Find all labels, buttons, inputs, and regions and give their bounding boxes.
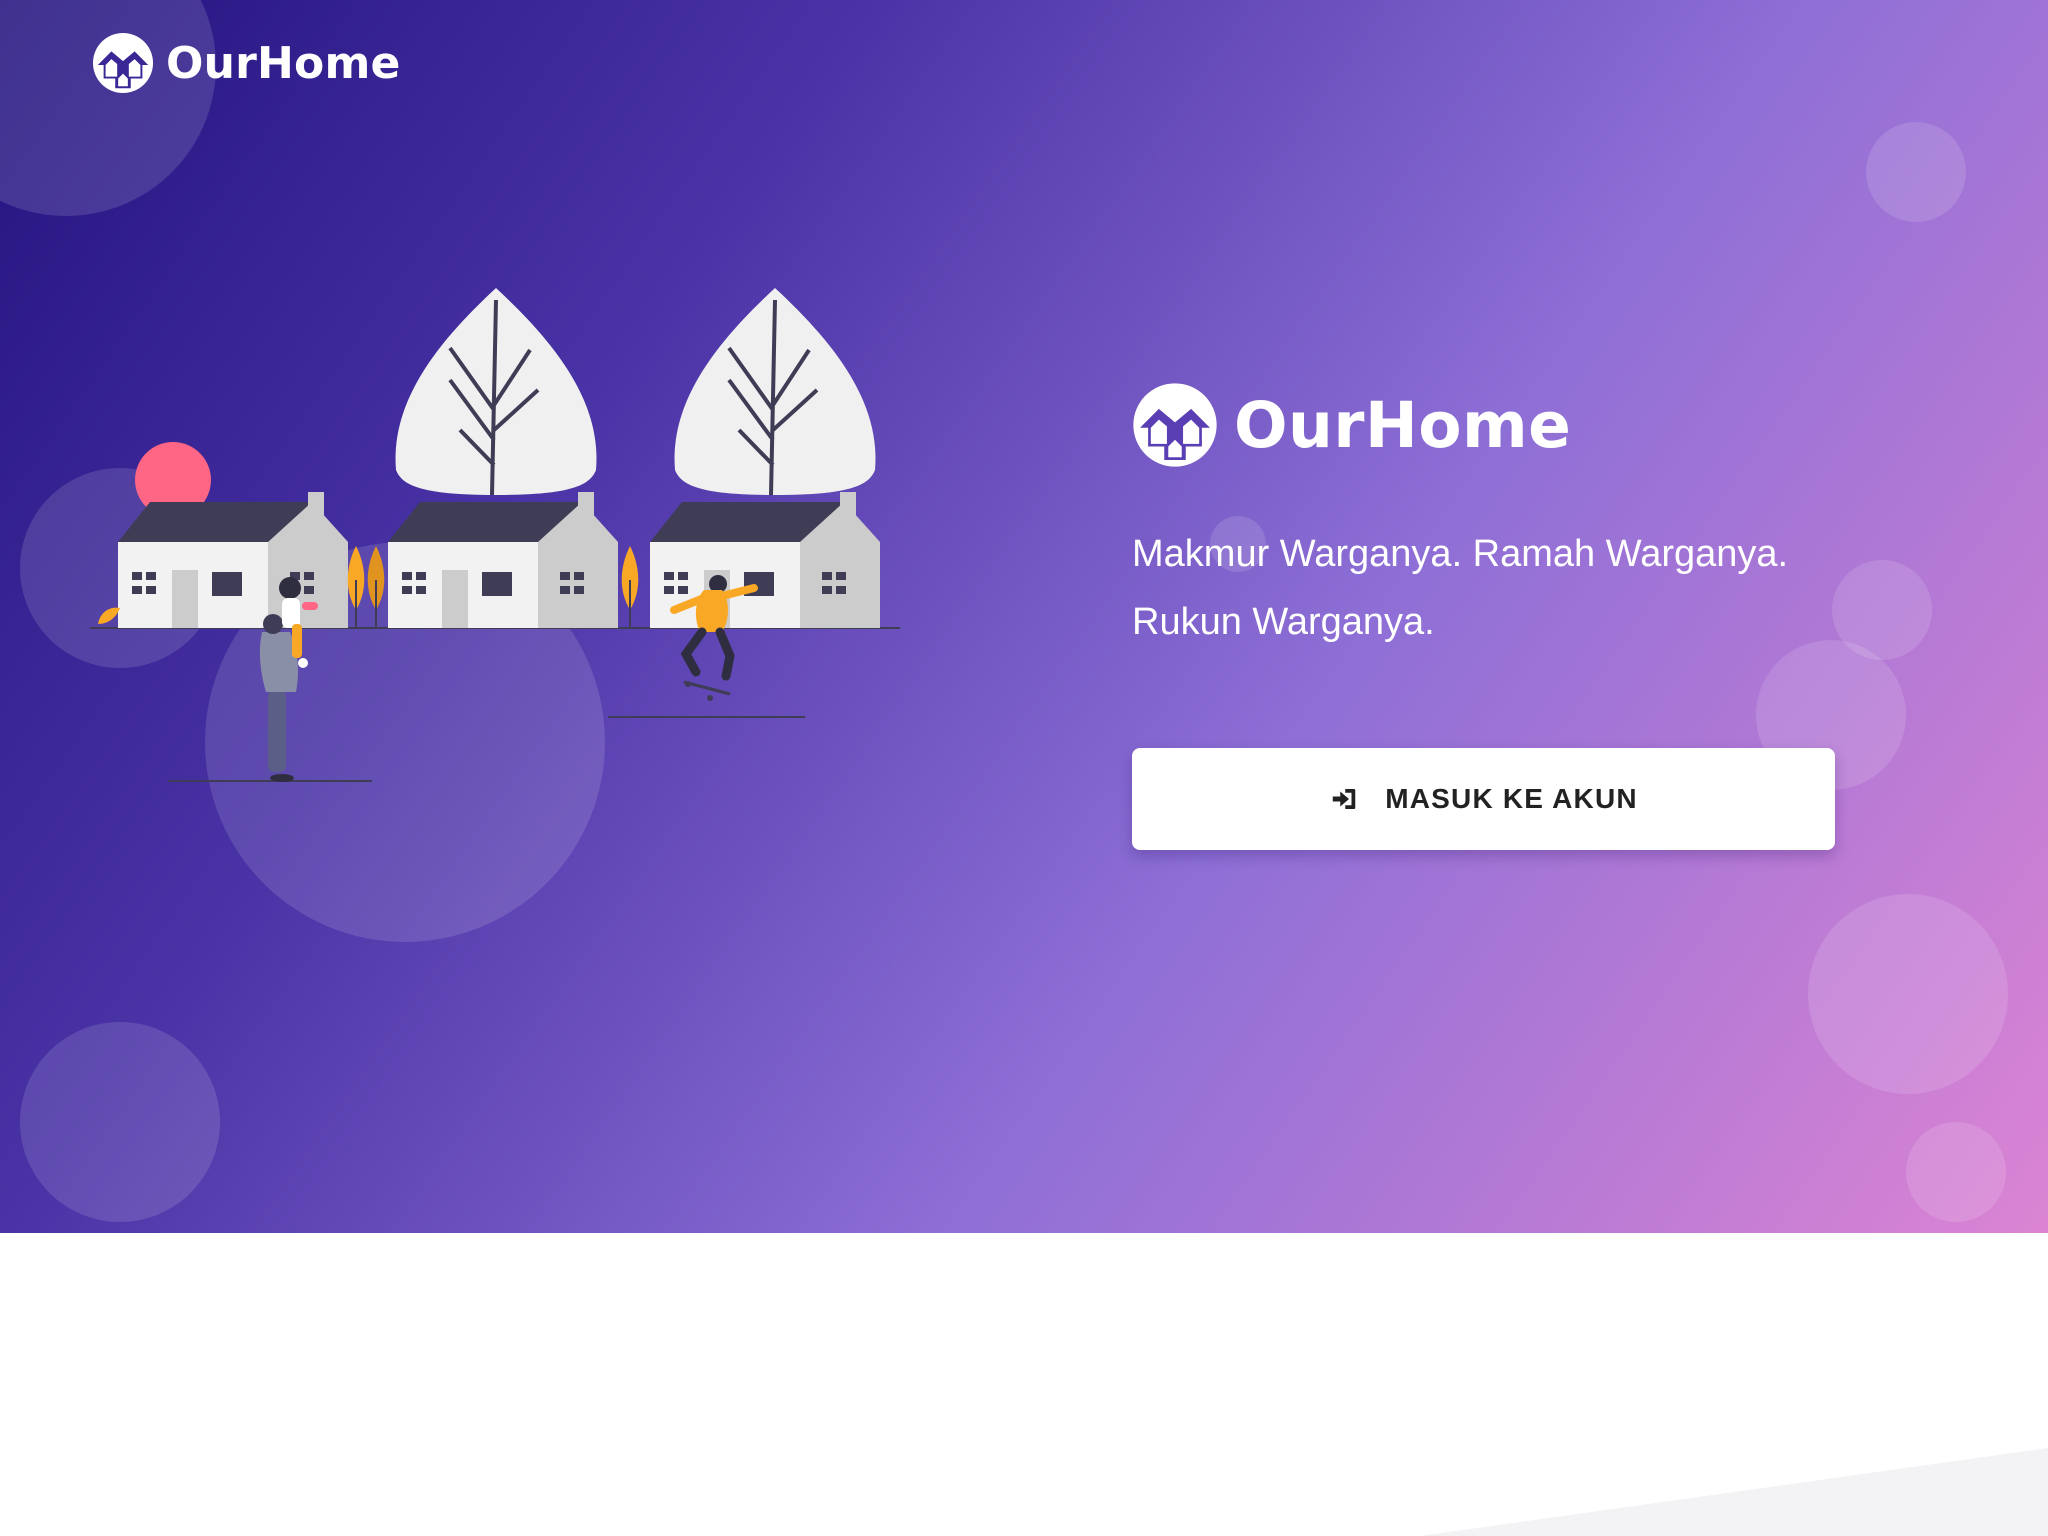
decorative-bubble bbox=[1906, 1122, 2006, 1222]
hero-brand-title: OurHome bbox=[1234, 388, 1572, 462]
hero-brand: OurHome bbox=[1132, 382, 1571, 468]
neighborhood-illustration bbox=[90, 288, 900, 782]
login-button-label: MASUK KE AKUN bbox=[1385, 783, 1638, 814]
hero-section: OurHome OurHome Makmur Warganya. Ramah W… bbox=[0, 0, 2048, 1233]
decorative-bubble bbox=[1866, 122, 1966, 222]
bottom-section-shape bbox=[1420, 1448, 2048, 1536]
nav-brand-name: OurHome bbox=[166, 37, 401, 89]
decorative-bubble bbox=[1808, 894, 2008, 1094]
tagline-line-2: Rukun Warganya. bbox=[1132, 601, 1435, 643]
house-2 bbox=[388, 492, 618, 628]
hero-tagline: Makmur Warganya. Ramah Warganya. Rukun W… bbox=[1132, 520, 1892, 656]
nav-home-link[interactable]: OurHome bbox=[92, 32, 401, 94]
tagline-line-1: Makmur Warganya. Ramah Warganya. bbox=[1132, 533, 1789, 575]
sign-in-icon bbox=[1332, 789, 1356, 809]
leaf-tree-left bbox=[395, 288, 597, 496]
login-button[interactable]: MASUK KE AKUN bbox=[1132, 748, 1835, 850]
house-logo-icon bbox=[1133, 383, 1217, 467]
leaf-tree-right bbox=[674, 288, 876, 496]
decorative-bubble bbox=[20, 1022, 220, 1222]
house-logo-icon bbox=[92, 32, 154, 94]
